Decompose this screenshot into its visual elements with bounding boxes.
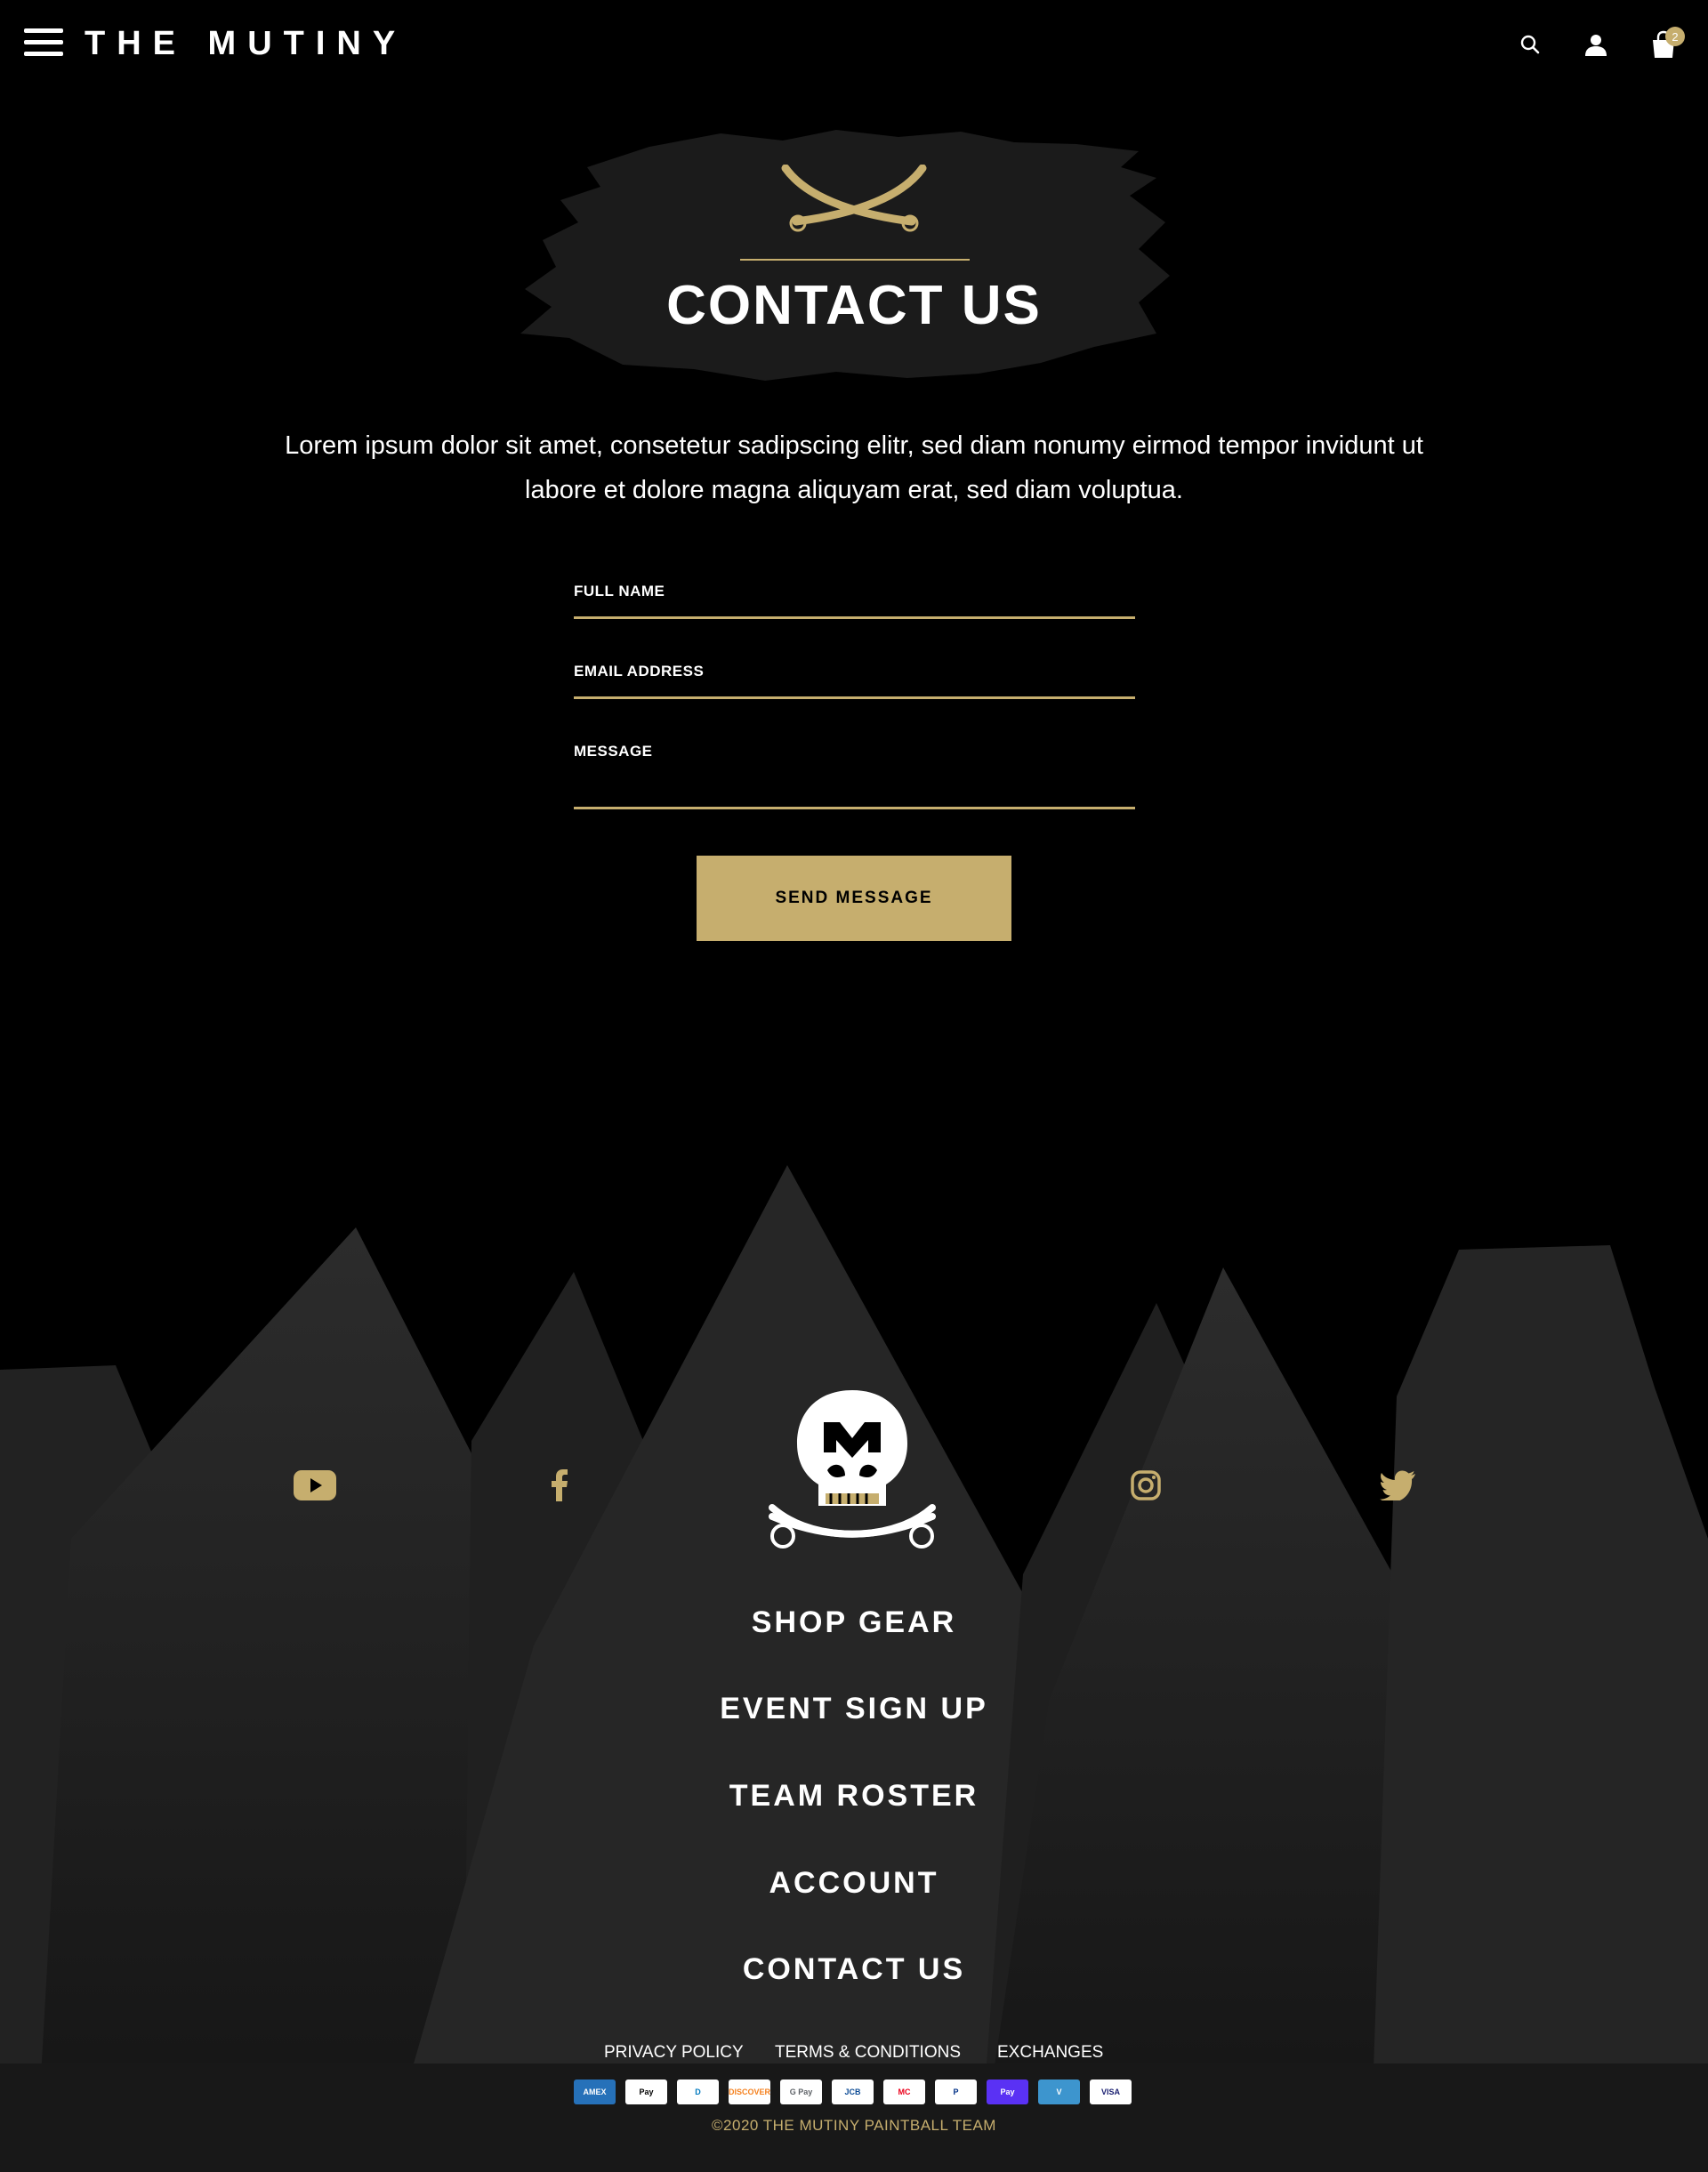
hero-banner: CONTACT US	[516, 125, 1192, 391]
discover-icon: DISCOVER	[729, 2079, 770, 2104]
shop-pay-icon: Pay	[987, 2079, 1028, 2104]
hero-divider	[740, 259, 970, 261]
account-icon[interactable]	[1578, 27, 1614, 62]
mastercard-icon: MC	[883, 2079, 925, 2104]
brand-logo-text[interactable]: THE MUTINY	[85, 25, 407, 63]
footer-background-bunkers	[0, 1165, 1708, 2172]
copyright-text: ©2020 THE MUTINY PAINTBALL TEAM	[712, 2117, 996, 2134]
footer-nav-shop-gear: SHOP GEAR	[0, 1605, 1708, 1640]
footer-link-shop-gear[interactable]: SHOP GEAR	[752, 1605, 956, 1639]
terms-conditions-link[interactable]: TERMS & CONDITIONS	[775, 2043, 961, 2063]
footer-nav-event-sign-up: EVENT SIGN UP	[0, 1692, 1708, 1726]
email-field[interactable]: EMAIL ADDRESS	[574, 663, 1135, 699]
payment-methods: AMEX Pay D DISCOVER G Pay JCB MC P Pay V…	[574, 2079, 1132, 2104]
footer-nav-account: ACCOUNT	[0, 1866, 1708, 1901]
paypal-icon: P	[935, 2079, 977, 2104]
facebook-icon[interactable]	[537, 1463, 582, 1508]
full-name-input[interactable]	[574, 600, 1135, 616]
instagram-icon[interactable]	[1124, 1463, 1168, 1508]
twitter-icon[interactable]	[1375, 1463, 1420, 1508]
email-label: EMAIL ADDRESS	[574, 663, 705, 680]
search-icon[interactable]	[1512, 27, 1548, 62]
visa-icon: VISA	[1090, 2079, 1132, 2104]
google-pay-icon: G Pay	[780, 2079, 822, 2104]
message-label: MESSAGE	[574, 743, 653, 760]
youtube-icon[interactable]	[293, 1463, 337, 1508]
mutiny-skull-logo	[769, 1390, 936, 1549]
footer-link-account[interactable]: ACCOUNT	[769, 1866, 939, 1900]
privacy-policy-link[interactable]: PRIVACY POLICY	[604, 2043, 744, 2063]
crossed-swords-icon	[781, 165, 927, 232]
message-input[interactable]	[574, 760, 1135, 803]
message-field[interactable]: MESSAGE	[574, 743, 1135, 809]
cart-count-badge: 2	[1665, 27, 1685, 46]
send-message-button[interactable]: SEND MESSAGE	[697, 856, 1011, 941]
footer-nav-team-roster: TEAM ROSTER	[0, 1779, 1708, 1814]
venmo-icon: V	[1038, 2079, 1080, 2104]
menu-icon[interactable]	[24, 28, 63, 57]
footer-nav-contact-us: CONTACT US	[0, 1952, 1708, 1987]
exchanges-link[interactable]: EXCHANGES	[997, 2043, 1103, 2063]
footer-link-event-sign-up[interactable]: EVENT SIGN UP	[720, 1692, 988, 1726]
footer-link-team-roster[interactable]: TEAM ROSTER	[729, 1779, 979, 1813]
amex-icon: AMEX	[574, 2079, 616, 2104]
email-input[interactable]	[574, 680, 1135, 696]
full-name-field[interactable]: FULL NAME	[574, 583, 1135, 619]
page-title: CONTACT US	[666, 275, 1042, 336]
diners-club-icon: D	[677, 2079, 719, 2104]
full-name-label: FULL NAME	[574, 583, 665, 599]
jcb-icon: JCB	[832, 2079, 874, 2104]
apple-pay-icon: Pay	[625, 2079, 667, 2104]
footer-link-contact-us[interactable]: CONTACT US	[743, 1952, 965, 1986]
intro-text: Lorem ipsum dolor sit amet, consetetur s…	[285, 431, 1423, 504]
site-header: THE MUTINY 2	[0, 0, 1708, 89]
